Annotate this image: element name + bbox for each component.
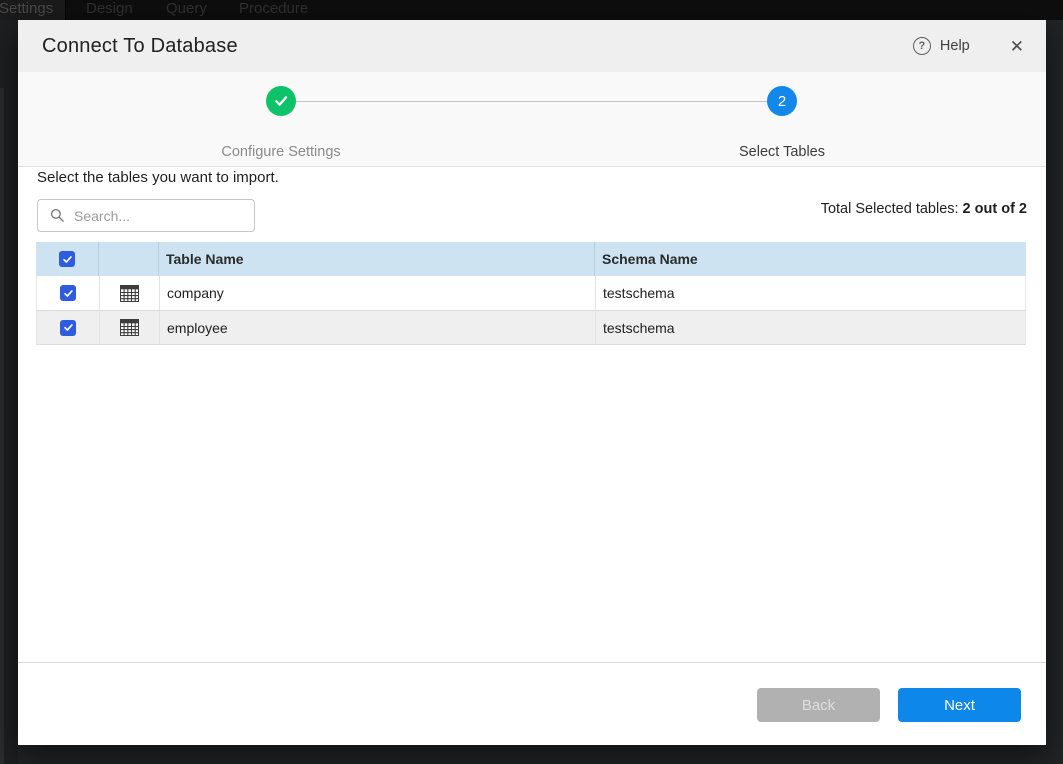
- row-icon-cell: [100, 311, 160, 344]
- summary-label: Total Selected tables:: [821, 201, 959, 217]
- bg-tab-query[interactable]: Query: [166, 0, 207, 20]
- help-question-icon: ?: [913, 37, 931, 55]
- row-icon-cell: [100, 276, 160, 310]
- row-checkbox[interactable]: [60, 285, 76, 301]
- schema-name-value: testschema: [603, 320, 675, 336]
- table-row[interactable]: employee testschema: [36, 311, 1026, 345]
- table-grid-icon: [120, 319, 139, 336]
- tables-list: Table Name Schema Name: [36, 242, 1026, 345]
- select-all-checkbox[interactable]: [59, 251, 75, 267]
- header-table-name: Table Name: [159, 242, 595, 276]
- table-row[interactable]: company testschema: [36, 276, 1026, 311]
- bg-tab-design[interactable]: Design: [86, 0, 133, 20]
- wizard-stepper: 2 Configure Settings Select Tables: [18, 72, 1046, 167]
- backdrop-edge: [0, 88, 4, 764]
- row-checkbox-cell: [37, 311, 100, 344]
- search-icon: [50, 208, 65, 223]
- check-icon: [273, 93, 289, 109]
- help-button[interactable]: ? Help: [913, 37, 970, 55]
- table-grid-icon: [120, 285, 139, 302]
- header-checkbox-cell: [36, 242, 99, 276]
- help-label: Help: [940, 38, 970, 54]
- check-icon: [63, 288, 74, 299]
- instruction-text: Select the tables you want to import.: [37, 169, 279, 186]
- search-input[interactable]: [74, 208, 254, 224]
- header-schema-name: Schema Name: [595, 242, 1026, 276]
- bg-tab-procedure[interactable]: Procedure: [239, 0, 308, 20]
- back-button[interactable]: Back: [757, 688, 880, 722]
- selected-tables-summary: Total Selected tables:2 out of 2: [821, 201, 1027, 217]
- connect-to-database-dialog: Connect To Database ? Help ✕ 2 Configure…: [18, 20, 1046, 745]
- summary-value: 2 out of 2: [963, 201, 1027, 217]
- search-box: [37, 199, 255, 232]
- footer-divider: [18, 662, 1046, 663]
- dialog-title: Connect To Database: [42, 35, 238, 58]
- step-2-label: Select Tables: [672, 144, 892, 160]
- close-icon[interactable]: ✕: [1010, 38, 1024, 55]
- check-icon: [62, 254, 73, 265]
- next-button[interactable]: Next: [898, 688, 1021, 722]
- step-1-completed-indicator[interactable]: [266, 86, 296, 116]
- step-1-label: Configure Settings: [171, 144, 391, 160]
- schema-name-value: testschema: [603, 285, 675, 301]
- bg-tab-settings[interactable]: Settings: [0, 0, 53, 20]
- check-icon: [63, 322, 74, 333]
- table-name-value: company: [167, 285, 224, 301]
- header-icon-cell: [99, 242, 159, 276]
- row-checkbox[interactable]: [60, 320, 76, 336]
- row-checkbox-cell: [37, 276, 100, 310]
- table-header-row: Table Name Schema Name: [36, 242, 1026, 276]
- table-name-value: employee: [167, 320, 228, 336]
- background-tabbar: Settings Design Query Procedure: [0, 0, 1063, 20]
- step-2-active-indicator[interactable]: 2: [767, 86, 797, 116]
- dialog-header: Connect To Database ? Help ✕: [18, 20, 1046, 72]
- step-connector-line: [296, 101, 767, 102]
